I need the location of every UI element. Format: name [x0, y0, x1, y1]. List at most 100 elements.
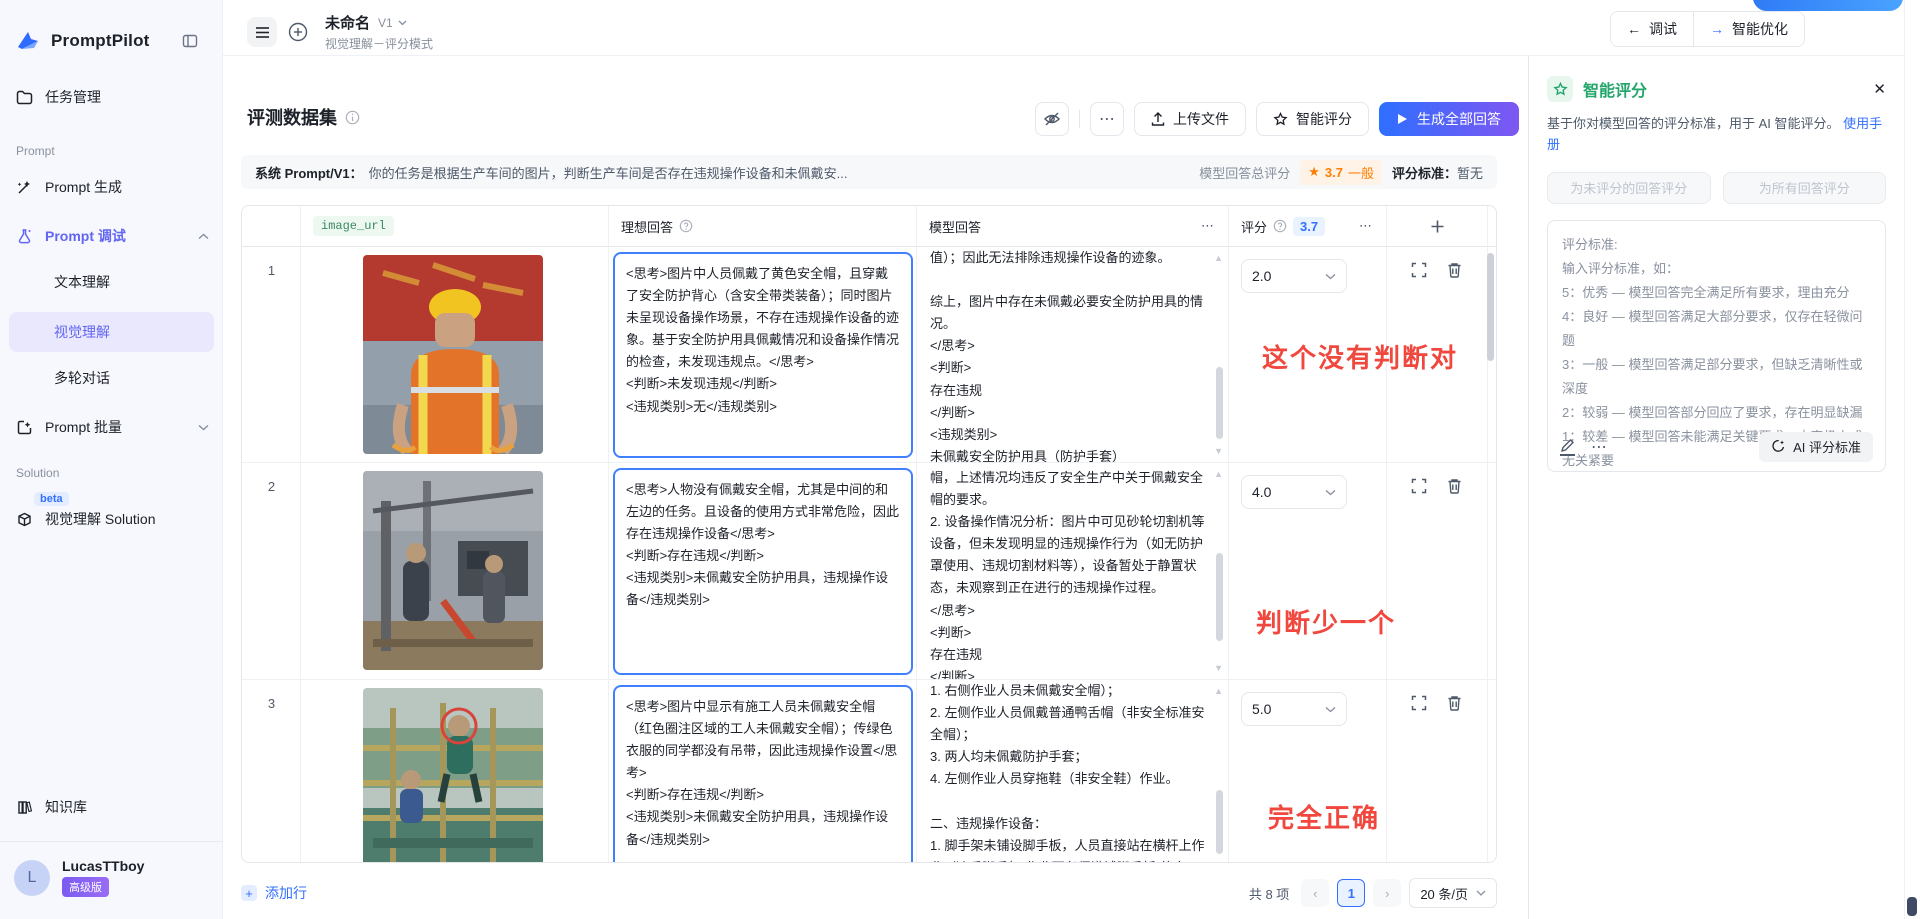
- avatar[interactable]: L: [14, 860, 50, 896]
- logo-icon: [14, 27, 42, 55]
- smart-score-button[interactable]: 智能评分: [1256, 102, 1369, 136]
- system-prompt-bar[interactable]: 系统 Prompt/V1： 你的任务是根据生产车间的图片，判断生产车间是否存在违…: [241, 155, 1497, 189]
- row-index: 1: [242, 263, 301, 278]
- add-row-button[interactable]: + 添加行: [241, 883, 307, 903]
- criteria-editor[interactable]: 评分标准: 输入评分标准，如： 5：优秀 — 模型回答完全满足所有要求，理由充分…: [1547, 220, 1886, 472]
- scroll-up-icon[interactable]: ▲: [1214, 686, 1223, 696]
- image-cell[interactable]: [301, 247, 609, 462]
- score-column-menu-icon[interactable]: ⋯: [1359, 218, 1374, 234]
- ai-criteria-button[interactable]: AI 评分标准: [1759, 432, 1873, 462]
- sidebar-item-vision-solution[interactable]: 视觉理解 Solution: [0, 502, 223, 536]
- generate-all-button[interactable]: 生成全部回答: [1379, 102, 1519, 136]
- delete-icon[interactable]: [1447, 262, 1462, 278]
- sidebar-item-task-management[interactable]: 任务管理: [0, 80, 223, 114]
- top-toast-partial: [1753, 0, 1903, 11]
- page-size-select[interactable]: 20 条/页: [1409, 878, 1497, 908]
- sidebar-item-prompt-debug[interactable]: Prompt 调试: [0, 219, 223, 253]
- menu-icon[interactable]: [247, 17, 277, 47]
- sidebar-section-prompt: Prompt: [16, 144, 55, 158]
- th-index: [242, 206, 301, 247]
- scroll-up-icon[interactable]: ▲: [1214, 469, 1223, 479]
- optimize-label: 智能优化: [1732, 19, 1788, 39]
- row-image[interactable]: [363, 255, 543, 454]
- sidebar-item-multiturn[interactable]: 多轮对话: [0, 361, 223, 395]
- question-icon: [1273, 219, 1287, 233]
- more-actions-button[interactable]: ⋯: [1090, 102, 1124, 136]
- plus-icon: [1430, 219, 1445, 234]
- expand-icon[interactable]: [1411, 262, 1427, 278]
- th-model-answer[interactable]: 模型回答 ⋯: [917, 206, 1229, 247]
- sidebar-collapse-icon[interactable]: [182, 33, 198, 49]
- score-select[interactable]: 4.0: [1241, 475, 1347, 509]
- sidebar-item-prompt-gen[interactable]: Prompt 生成: [0, 170, 223, 204]
- ideal-answer-cell[interactable]: <思考>人物没有佩戴安全帽，尤其是中间的和左边的任务。且设备的使用方式非常危险，…: [609, 463, 917, 679]
- cell-scrollbar[interactable]: [1216, 790, 1223, 854]
- current-page[interactable]: 1: [1337, 879, 1365, 907]
- score-unscored-button[interactable]: 为未评分的回答评分: [1547, 172, 1711, 204]
- ideal-answer-box[interactable]: <思考>图片中人员佩戴了黄色安全帽，且穿戴了安全防护背心（含安全带类装备）；同时…: [613, 252, 913, 458]
- model-column-menu-icon[interactable]: ⋯: [1201, 218, 1216, 234]
- sidebar-item-label: Prompt 生成: [45, 177, 122, 197]
- th-ideal-answer[interactable]: 理想回答: [609, 206, 917, 247]
- sidebar-divider: [0, 841, 223, 842]
- model-answer-scroll[interactable]: 值）；因此无法排除违规操作设备的迹象。 综上，图片中存在未佩戴必要安全防护用具的…: [917, 247, 1229, 462]
- image-cell[interactable]: [301, 463, 609, 679]
- prev-page-button[interactable]: ‹: [1301, 879, 1329, 907]
- user-profile[interactable]: L LucasTTboy 高级版: [14, 858, 144, 897]
- plus-icon: +: [241, 885, 257, 901]
- delete-icon[interactable]: [1447, 478, 1462, 494]
- scroll-up-icon[interactable]: ▲: [1214, 253, 1223, 263]
- image-cell[interactable]: [301, 680, 609, 863]
- expand-icon[interactable]: [1411, 695, 1427, 711]
- add-row-label: 添加行: [265, 883, 307, 903]
- hide-columns-button[interactable]: [1035, 102, 1069, 136]
- row-image[interactable]: [363, 688, 543, 863]
- ideal-answer-cell[interactable]: <思考>图片中显示有施工人员未佩戴安全帽（红色圈注区域的工人未佩戴安全帽）；传绿…: [609, 680, 917, 863]
- close-icon[interactable]: ✕: [1873, 80, 1886, 98]
- annotation-row2: 判断少一个: [1256, 603, 1396, 640]
- next-page-button[interactable]: ›: [1373, 879, 1401, 907]
- version-chevron-icon[interactable]: [398, 20, 407, 26]
- score-select[interactable]: 5.0: [1241, 692, 1347, 726]
- model-answer-cell[interactable]: 值）；因此无法排除违规操作设备的迹象。 综上，图片中存在未佩戴必要安全防护用具的…: [917, 247, 1229, 462]
- model-answer-cell[interactable]: 帽，上述情况均违反了安全生产中关于佩戴安全帽的要求。 2. 设备操作情况分析：图…: [917, 463, 1229, 679]
- ideal-answer-cell[interactable]: <思考>图片中人员佩戴了黄色安全帽，且穿戴了安全防护背心（含安全带类装备）；同时…: [609, 247, 917, 462]
- cell-scrollbar[interactable]: [1216, 367, 1223, 439]
- app-logo: PromptPilot: [14, 26, 210, 56]
- optimize-button[interactable]: → 智能优化: [1693, 12, 1804, 46]
- th-score[interactable]: 评分 3.7 ⋯: [1229, 206, 1387, 247]
- th-add-column[interactable]: [1387, 206, 1488, 247]
- model-answer-scroll[interactable]: 帽，上述情况均违反了安全生产中关于佩戴安全帽的要求。 2. 设备操作情况分析：图…: [917, 463, 1229, 679]
- star-box-icon: [16, 419, 33, 436]
- scroll-down-icon[interactable]: ▼: [1214, 663, 1223, 673]
- chevron-down-icon: [1325, 273, 1336, 280]
- score-select[interactable]: 2.0: [1241, 259, 1347, 293]
- page-scrollbar-thumb[interactable]: [1907, 897, 1917, 916]
- sidebar-item-knowledge-base[interactable]: 知识库: [0, 790, 223, 824]
- plan-badge: 高级版: [62, 877, 109, 897]
- sidebar-item-label: Prompt 批量: [45, 417, 122, 437]
- table-scrollbar[interactable]: [1487, 253, 1494, 361]
- th-image-url[interactable]: image_url: [301, 206, 609, 247]
- criteria-more-icon[interactable]: ⋯: [1591, 437, 1609, 457]
- cell-scrollbar[interactable]: [1216, 553, 1223, 641]
- scroll-down-icon[interactable]: ▼: [1214, 446, 1223, 456]
- sidebar-item-prompt-batch[interactable]: Prompt 批量: [0, 410, 223, 444]
- sidebar-item-vision-understanding[interactable]: 视觉理解: [9, 312, 214, 352]
- expand-icon[interactable]: [1411, 478, 1427, 494]
- criteria-status: 评分标准：暂无: [1392, 163, 1483, 182]
- edit-pencil-icon[interactable]: [1560, 438, 1575, 456]
- page-scrollbar-track[interactable]: [1904, 0, 1920, 919]
- row-image[interactable]: [363, 471, 543, 670]
- delete-icon[interactable]: [1447, 695, 1462, 711]
- debug-button[interactable]: ← 调试: [1611, 12, 1693, 46]
- ideal-answer-box[interactable]: <思考>图片中显示有施工人员未佩戴安全帽（红色圈注区域的工人未佩戴安全帽）；传绿…: [613, 685, 913, 863]
- upload-file-button[interactable]: 上传文件: [1134, 102, 1246, 136]
- info-icon[interactable]: [345, 110, 360, 125]
- add-session-icon[interactable]: [287, 21, 309, 43]
- sidebar-item-text-understanding[interactable]: 文本理解: [0, 265, 223, 299]
- model-answer-cell[interactable]: 1. 右侧作业人员未佩戴安全帽）； 2. 左侧作业人员佩戴普通鸭舌帽（非安全标准…: [917, 680, 1229, 863]
- ideal-answer-box[interactable]: <思考>人物没有佩戴安全帽，尤其是中间的和左边的任务。且设备的使用方式非常危险，…: [613, 468, 913, 675]
- model-answer-scroll[interactable]: 1. 右侧作业人员未佩戴安全帽）； 2. 左侧作业人员佩戴普通鸭舌帽（非安全标准…: [917, 680, 1229, 863]
- score-all-button[interactable]: 为所有回答评分: [1723, 172, 1887, 204]
